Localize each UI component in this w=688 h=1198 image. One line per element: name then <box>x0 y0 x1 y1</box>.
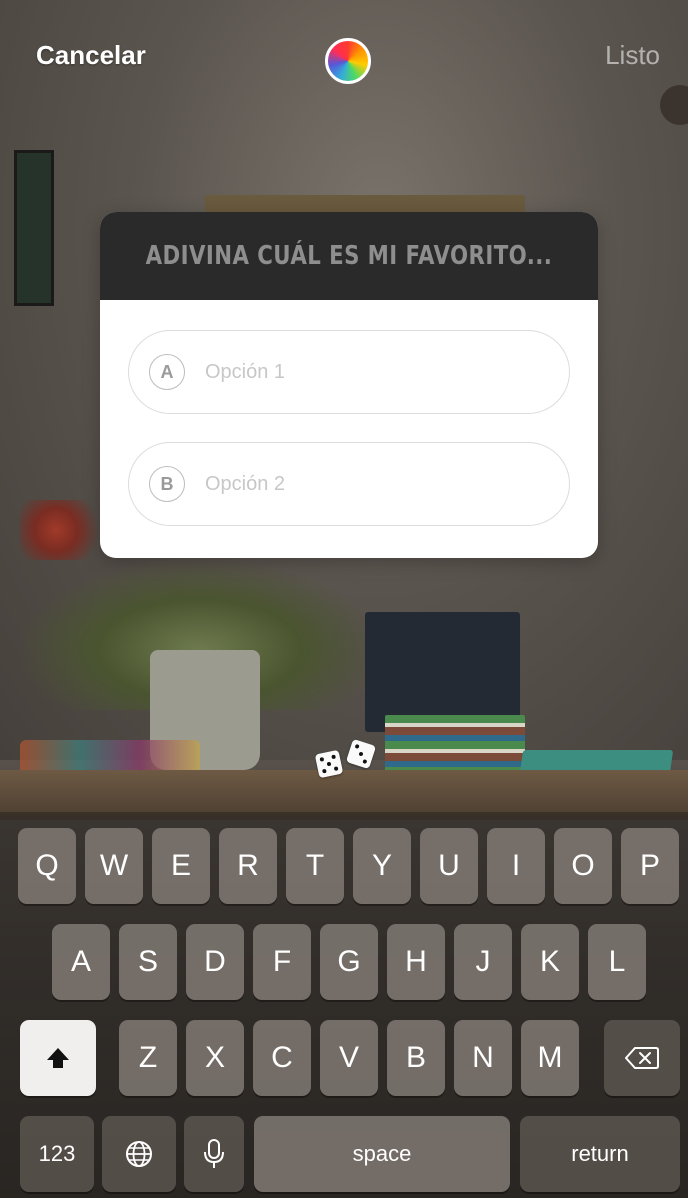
die-right <box>345 738 377 770</box>
quiz-sticker: ADIVINA CUÁL ES MI FAVORITO... A Opción … <box>100 212 598 558</box>
dice-icon[interactable] <box>314 738 385 782</box>
quiz-question-input[interactable]: ADIVINA CUÁL ES MI FAVORITO... <box>146 241 553 271</box>
background-flowers <box>20 500 110 560</box>
option-letter-badge: A <box>149 354 185 390</box>
color-wheel-icon[interactable] <box>325 38 371 84</box>
cancel-button[interactable]: Cancelar <box>36 40 146 71</box>
key-d[interactable]: D <box>186 924 244 1000</box>
key-k[interactable]: K <box>521 924 579 1000</box>
key-f[interactable]: F <box>253 924 311 1000</box>
key-h[interactable]: H <box>387 924 445 1000</box>
background-picture-frame <box>14 150 54 306</box>
quiz-option-b[interactable]: B Opción 2 <box>128 442 570 526</box>
key-j[interactable]: J <box>454 924 512 1000</box>
story-editor-screen: Cancelar Listo ADIVINA CUÁL ES MI FAVORI… <box>0 0 688 1198</box>
globe-key[interactable] <box>102 1116 176 1192</box>
key-u[interactable]: U <box>420 828 478 904</box>
key-r[interactable]: R <box>219 828 277 904</box>
key-z[interactable]: Z <box>119 1020 177 1096</box>
key-e[interactable]: E <box>152 828 210 904</box>
key-n[interactable]: N <box>454 1020 512 1096</box>
key-i[interactable]: I <box>487 828 545 904</box>
backspace-key[interactable] <box>604 1020 680 1096</box>
key-p[interactable]: P <box>621 828 679 904</box>
key-s[interactable]: S <box>119 924 177 1000</box>
quiz-options: A Opción 1 B Opción 2 <box>100 300 598 526</box>
return-key[interactable]: return <box>520 1116 680 1192</box>
space-key[interactable]: space <box>254 1116 510 1192</box>
key-t[interactable]: T <box>286 828 344 904</box>
top-bar: Cancelar Listo <box>0 0 688 110</box>
microphone-key[interactable] <box>184 1116 244 1192</box>
quiz-header: ADIVINA CUÁL ES MI FAVORITO... <box>100 212 598 300</box>
keyboard: Q W E R T Y U I O P A S D F G H J K L Z … <box>0 812 688 1198</box>
globe-icon <box>126 1141 152 1167</box>
shift-key[interactable] <box>20 1020 96 1096</box>
key-q[interactable]: Q <box>18 828 76 904</box>
option-input[interactable]: Opción 2 <box>205 473 285 496</box>
key-g[interactable]: G <box>320 924 378 1000</box>
option-input[interactable]: Opción 1 <box>205 361 285 384</box>
microphone-icon <box>204 1139 224 1168</box>
done-button[interactable]: Listo <box>605 40 660 71</box>
numbers-key[interactable]: 123 <box>20 1116 94 1192</box>
key-w[interactable]: W <box>85 828 143 904</box>
key-v[interactable]: V <box>320 1020 378 1096</box>
key-b[interactable]: B <box>387 1020 445 1096</box>
die-left <box>314 749 344 779</box>
background-board <box>365 612 520 732</box>
shift-icon <box>47 1048 69 1068</box>
quiz-option-a[interactable]: A Opción 1 <box>128 330 570 414</box>
key-a[interactable]: A <box>52 924 110 1000</box>
option-letter-badge: B <box>149 466 185 502</box>
key-y[interactable]: Y <box>353 828 411 904</box>
key-x[interactable]: X <box>186 1020 244 1096</box>
key-o[interactable]: O <box>554 828 612 904</box>
backspace-icon <box>625 1047 659 1069</box>
key-c[interactable]: C <box>253 1020 311 1096</box>
key-l[interactable]: L <box>588 924 646 1000</box>
key-m[interactable]: M <box>521 1020 579 1096</box>
